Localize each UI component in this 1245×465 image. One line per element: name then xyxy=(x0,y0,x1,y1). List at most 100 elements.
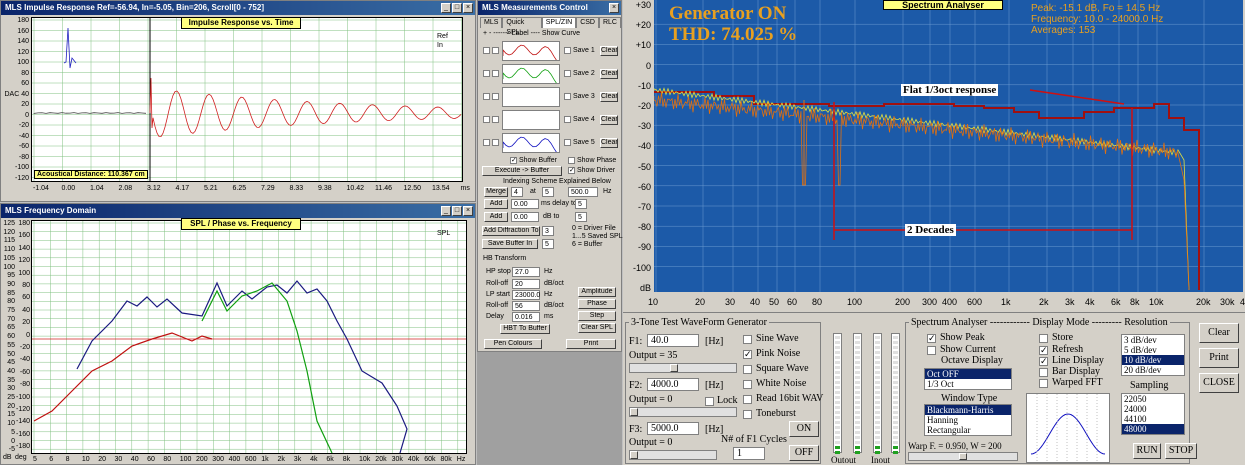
clear-curve-button[interactable]: Clear xyxy=(600,138,618,148)
clear-spl-button[interactable]: Clear SPL xyxy=(578,323,616,333)
f3-field[interactable]: 5000.0 xyxy=(647,422,699,435)
plus-checkbox[interactable] xyxy=(483,93,490,100)
output1-slider[interactable] xyxy=(629,363,737,373)
store-checkbox[interactable] xyxy=(1039,334,1048,343)
freq-plot[interactable] xyxy=(31,220,467,454)
output2-slider[interactable] xyxy=(629,407,737,417)
minus-checkbox[interactable] xyxy=(492,93,499,100)
list-option[interactable]: 10 dB/dev xyxy=(1122,355,1184,365)
sine-checkbox[interactable] xyxy=(743,335,752,344)
merge-button[interactable]: Merge xyxy=(484,187,508,197)
add-delay-target[interactable]: 5 xyxy=(575,199,587,209)
impulse-plot[interactable] xyxy=(31,17,463,182)
warped-fft-checkbox[interactable] xyxy=(1039,379,1048,388)
warp-slider[interactable] xyxy=(908,452,1018,461)
minus-checkbox[interactable] xyxy=(492,70,499,77)
white-checkbox[interactable] xyxy=(743,380,752,389)
bar-display-checkbox[interactable] xyxy=(1039,368,1048,377)
mls-tab[interactable]: Quick SPL xyxy=(502,17,542,36)
save-checkbox[interactable] xyxy=(564,47,571,54)
cycles-field[interactable]: 1 xyxy=(733,447,765,460)
freq-titlebar[interactable]: MLS Frequency Domain xyxy=(1,204,475,218)
add-db-field[interactable]: 0.00 xyxy=(511,212,539,222)
toneburst-checkbox[interactable] xyxy=(743,410,752,419)
plus-checkbox[interactable] xyxy=(483,47,490,54)
close-icon[interactable]: × xyxy=(609,3,619,13)
off-button[interactable]: OFF xyxy=(789,445,819,461)
clear-curve-button[interactable]: Clear xyxy=(600,115,618,125)
minus-checkbox[interactable] xyxy=(492,116,499,123)
close-icon[interactable]: × xyxy=(463,3,473,13)
delay-field[interactable]: 0.016 xyxy=(512,312,540,322)
impulse-titlebar[interactable]: MLS Impulse Response Ref=-56.94, In=-5.0… xyxy=(1,1,475,15)
add-db-target[interactable]: 5 xyxy=(575,212,587,222)
merge-c-field[interactable]: 500.0 xyxy=(568,187,598,197)
show-phase-checkbox[interactable] xyxy=(568,157,575,164)
list-option[interactable]: 20 dB/dev xyxy=(1122,365,1184,375)
save-buffer-button[interactable]: Save Buffer In xyxy=(482,239,538,249)
plus-checkbox[interactable] xyxy=(483,70,490,77)
square-checkbox[interactable] xyxy=(743,365,752,374)
add-db-button[interactable]: Add xyxy=(484,212,508,222)
close-button[interactable]: CLOSE xyxy=(1199,373,1239,393)
f2-field[interactable]: 4000.0 xyxy=(647,378,699,391)
minus-checkbox[interactable] xyxy=(492,139,499,146)
list-option[interactable]: 1/3 Oct xyxy=(925,379,1011,389)
close-icon[interactable]: × xyxy=(463,206,473,216)
minimize-icon[interactable]: _ xyxy=(441,3,451,13)
resolution-list[interactable]: 3 dB/dev 5 dB/dev 10 dB/dev 20 dB/dev xyxy=(1121,334,1185,376)
output3-slider[interactable] xyxy=(629,450,717,460)
lp-start-field[interactable]: 23000.0 xyxy=(512,290,540,300)
list-option[interactable]: 22050 xyxy=(1122,394,1184,404)
hp-stop-field[interactable]: 27.0 xyxy=(512,267,540,277)
show-driver-checkbox[interactable]: ✓ xyxy=(568,167,575,174)
clear-curve-button[interactable]: Clear xyxy=(600,69,618,79)
stop-button[interactable]: STOP xyxy=(1165,443,1197,459)
mls-tab[interactable]: CSD xyxy=(576,17,599,28)
refresh-checkbox[interactable]: ✓ xyxy=(1039,346,1048,355)
maximize-icon[interactable]: □ xyxy=(452,206,462,216)
plus-checkbox[interactable] xyxy=(483,139,490,146)
list-option[interactable]: 3 dB/dev xyxy=(1122,335,1184,345)
merge-b-field[interactable]: 5 xyxy=(542,187,554,197)
on-button[interactable]: ON xyxy=(789,421,819,437)
plus-checkbox[interactable] xyxy=(483,116,490,123)
show-current-checkbox[interactable] xyxy=(927,346,936,355)
octave-list[interactable]: Oct OFF 1/3 Oct xyxy=(924,368,1012,390)
minimize-icon[interactable]: _ xyxy=(441,206,451,216)
list-option[interactable]: Rectangular xyxy=(925,425,1011,435)
window-list[interactable]: Blackmann-Harris Hanning Rectangular xyxy=(924,404,1012,436)
save-checkbox[interactable] xyxy=(564,93,571,100)
mls-tab[interactable]: SPL/ZIN xyxy=(541,17,577,28)
show-peak-checkbox[interactable]: ✓ xyxy=(927,334,936,343)
save-buffer-field[interactable]: 5 xyxy=(542,239,554,249)
pen-colours-button[interactable]: Pen Colours xyxy=(484,339,542,349)
mls-titlebar[interactable]: MLS Measurements Control xyxy=(478,1,621,15)
amplitude-button[interactable]: Amplitude xyxy=(578,287,616,297)
minus-checkbox[interactable] xyxy=(492,47,499,54)
diffraction-field[interactable]: 3 xyxy=(542,226,554,236)
list-option[interactable]: 48000 xyxy=(1122,424,1184,434)
lock-checkbox[interactable] xyxy=(705,397,714,406)
mls-tab[interactable]: MLS xyxy=(480,17,503,28)
list-option[interactable]: 5 dB/dev xyxy=(1122,345,1184,355)
save-checkbox[interactable] xyxy=(564,70,571,77)
list-option[interactable]: Hanning xyxy=(925,415,1011,425)
rolloff1-field[interactable]: 20 xyxy=(512,279,540,289)
list-option[interactable]: Blackmann-Harris xyxy=(925,405,1011,415)
list-option[interactable]: 24000 xyxy=(1122,404,1184,414)
list-option[interactable]: Oct OFF xyxy=(925,369,1011,379)
hbt-buffer-button[interactable]: HBT To Buffer xyxy=(500,324,550,334)
phase-button[interactable]: Phase xyxy=(578,299,616,309)
mls-tab[interactable]: RLC xyxy=(598,17,621,28)
list-option[interactable]: 44100 xyxy=(1122,414,1184,424)
line-display-checkbox[interactable]: ✓ xyxy=(1039,357,1048,366)
f1-field[interactable]: 40.0 xyxy=(647,334,699,347)
add-delay-field[interactable]: 0.00 xyxy=(511,199,539,209)
merge-a-field[interactable]: 4 xyxy=(511,187,523,197)
show-buffer-checkbox[interactable]: ✓ xyxy=(510,157,517,164)
sampling-list[interactable]: 22050 24000 44100 48000 xyxy=(1121,393,1185,435)
clear-curve-button[interactable]: Clear xyxy=(600,46,618,56)
step-button[interactable]: Step xyxy=(578,311,616,321)
maximize-icon[interactable]: □ xyxy=(452,3,462,13)
